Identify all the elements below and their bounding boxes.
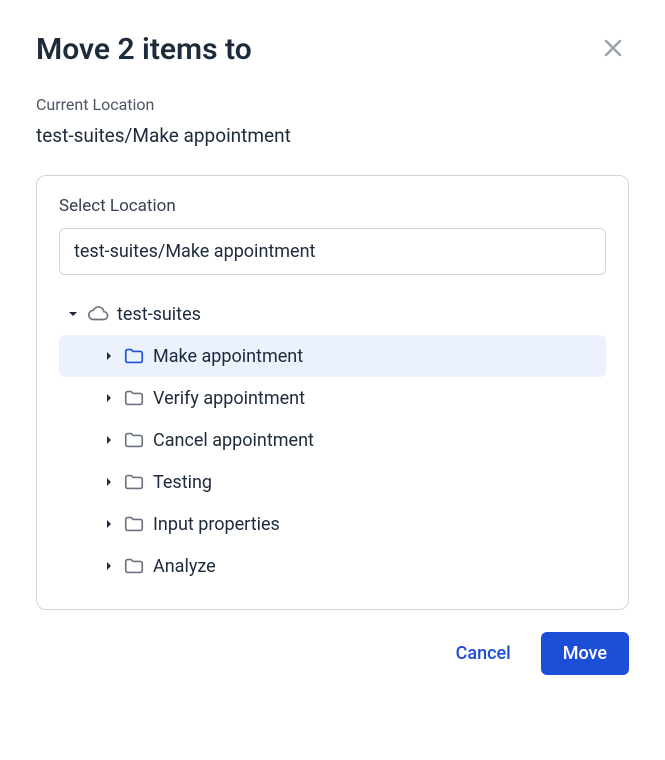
folder-icon	[123, 513, 145, 535]
tree-item-input-properties[interactable]: Input properties	[59, 503, 606, 545]
chevron-right-icon	[103, 518, 115, 530]
dialog-title: Move 2 items to	[36, 32, 252, 67]
tree-item-verify-appointment[interactable]: Verify appointment	[59, 377, 606, 419]
cancel-button[interactable]: Cancel	[434, 632, 533, 675]
move-button[interactable]: Move	[541, 632, 629, 675]
tree-item-label: test-suites	[117, 304, 201, 325]
location-input[interactable]	[59, 228, 606, 275]
tree-item-label: Make appointment	[153, 346, 303, 367]
tree-item-label: Cancel appointment	[153, 430, 314, 451]
select-location-panel: Select Location test-suites Make	[36, 175, 629, 610]
folder-icon	[123, 555, 145, 577]
folder-icon	[123, 471, 145, 493]
tree-item-label: Testing	[153, 472, 212, 493]
chevron-right-icon	[103, 560, 115, 572]
current-location-label: Current Location	[36, 95, 629, 114]
tree-item-label: Verify appointment	[153, 388, 305, 409]
chevron-right-icon	[103, 476, 115, 488]
chevron-right-icon	[103, 434, 115, 446]
folder-icon	[123, 345, 145, 367]
close-icon	[601, 36, 625, 63]
tree-item-label: Analyze	[153, 556, 216, 577]
chevron-right-icon	[103, 392, 115, 404]
tree-item-analyze[interactable]: Analyze	[59, 545, 606, 587]
select-location-label: Select Location	[59, 196, 606, 216]
close-button[interactable]	[597, 32, 629, 67]
folder-icon	[123, 387, 145, 409]
cloud-icon	[87, 303, 109, 325]
tree-item-testing[interactable]: Testing	[59, 461, 606, 503]
chevron-right-icon	[103, 350, 115, 362]
tree-item-label: Input properties	[153, 514, 280, 535]
tree-root-item[interactable]: test-suites	[59, 293, 606, 335]
location-tree: test-suites Make appointment Verif	[59, 293, 606, 587]
current-location-value: test-suites/Make appointment	[36, 124, 629, 147]
chevron-down-icon	[67, 308, 79, 320]
tree-item-make-appointment[interactable]: Make appointment	[59, 335, 606, 377]
tree-item-cancel-appointment[interactable]: Cancel appointment	[59, 419, 606, 461]
folder-icon	[123, 429, 145, 451]
dialog-footer: Cancel Move	[36, 632, 629, 675]
